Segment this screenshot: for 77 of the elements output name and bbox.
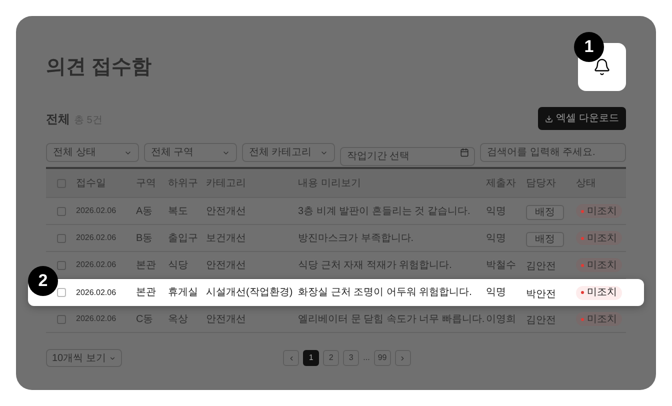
checkbox[interactable] [56, 314, 66, 324]
table-cell-text: 이영희 [486, 312, 517, 326]
assign-button[interactable]: 배정 [526, 205, 564, 220]
table-cell-text: 보건개선 [206, 232, 247, 246]
status-badge: 미조치 [576, 231, 622, 245]
table-cell-text: 방진마스크가 부족합니다. [298, 232, 415, 246]
table-cell: 박안전 [526, 288, 556, 300]
status-badge: 미조치 [576, 286, 622, 300]
table-cell-text: 2026.02.06 [76, 232, 118, 244]
table-cell-text: 옥상 [168, 312, 189, 326]
table-cell-text: 안전개선 [206, 258, 247, 272]
table-cell-text: 2026.02.06 [76, 286, 118, 298]
list-title: 전체 [46, 110, 70, 128]
table-row[interactable]: 2026.02.06 A동 복도 안전개선 3층 비계 발판이 흔들리는 것 같습니다. 익명 배정 미조치 [46, 198, 626, 225]
pagination-ellipsis: ... [363, 352, 370, 364]
page-button[interactable]: 99 [374, 350, 391, 366]
checkbox[interactable] [56, 260, 66, 270]
table-cell-text: 익명 [486, 286, 507, 300]
table-cell-text: 3층 비계 발판이 흔들리는 것 같습니다. [298, 204, 472, 218]
previous-page-button[interactable] [283, 350, 300, 366]
date-field[interactable]: 작업기간 선택 [340, 147, 475, 166]
table-cell-text: 2026.02.06 [76, 313, 118, 325]
table-cell-text: 박철수 [486, 258, 517, 272]
step-number-tooltip: 1 [574, 32, 604, 62]
table-cell-text: 출입구 [168, 232, 199, 246]
filter-dropdown[interactable]: 전체 상태 [46, 143, 139, 162]
table-cell-text: 엘리베이터 문 닫힘 속도가 너무 빠릅니다. [298, 312, 486, 326]
table-cell-text: 본관 [136, 258, 157, 272]
column-header: 내용 미리보기 [298, 176, 362, 190]
table-cell-text: 안전개선 [206, 204, 247, 218]
table-row[interactable]: 2026.02.06 C동 옥상 안전개선 엘리베이터 문 닫힘 속도가 너무 빠릅니다.이영희 김안전 미조치 [46, 306, 626, 333]
calendar-icon [460, 148, 469, 157]
search-field[interactable]: 검색어를 입력해 주세요. [480, 143, 626, 162]
checkbox[interactable] [56, 234, 66, 242]
page-title: 의견 접수함 [46, 55, 152, 80]
status-badge: 미조치 [576, 312, 622, 326]
column-header: 제출자 [486, 176, 517, 190]
chevron-down-icon [108, 354, 116, 362]
table-cell: 김안전 [526, 261, 556, 272]
chevron-left-icon [288, 354, 295, 362]
table-cell-text: 화장실 근처 조명이 어두워 위험합니다. [298, 286, 473, 300]
table-cell-text: 복도 [168, 204, 189, 218]
table-row[interactable]: 2026.02.06 B동 출입구 보건개선 방진마스크가 부족합니다. 익명 배정 미조치 [46, 225, 626, 252]
table-cell: 김안전 [526, 315, 556, 326]
page-button[interactable]: 3 [343, 350, 360, 366]
column-header: 접수일 [76, 176, 107, 190]
column-header: 하위구 [168, 176, 199, 190]
table-cell-text: 안전개선 [206, 312, 247, 326]
status-badge: 미조치 [576, 258, 622, 272]
step-number-tooltip: 2 [28, 266, 58, 296]
table-cell-text: B동 [136, 232, 154, 246]
checkbox[interactable] [56, 206, 66, 216]
table-cell-text: 익명 [486, 204, 507, 218]
table-cell-text: 본관 [136, 286, 157, 300]
assign-button[interactable]: 배정 [526, 232, 564, 247]
table-cell-text: 휴게실 [168, 286, 199, 300]
export-button[interactable]: 엑셀 다운로드 [538, 107, 626, 130]
filter-dropdown[interactable]: 전체 카테고리 [242, 143, 335, 162]
table-cell-text: 식당 근처 자재 적재가 위험합니다. [298, 258, 453, 272]
page-button[interactable]: 1 [303, 350, 320, 366]
table-cell-text: C동 [136, 312, 154, 326]
status-badge: 미조치 [576, 204, 622, 218]
download-icon [545, 114, 554, 122]
table-cell-text: A동 [136, 204, 154, 218]
table-cell-text: 2026.02.06 [76, 259, 118, 271]
filter-dropdown[interactable]: 전체 구역 [144, 143, 237, 162]
checkbox[interactable] [56, 288, 66, 297]
bell-icon [593, 58, 611, 76]
table-cell-text: 2026.02.06 [76, 205, 118, 217]
table-cell-text: 식당 [168, 258, 189, 272]
chevron-right-icon [399, 354, 406, 362]
page-button[interactable]: 2 [323, 350, 340, 366]
next-page-button[interactable] [394, 350, 411, 366]
column-header: 구역 [136, 176, 157, 190]
table-cell-text: 익명 [486, 232, 507, 246]
page-size-dropdown[interactable]: 10개씩 보기 [46, 349, 122, 367]
table-cell-text: 시설개선(작업환경) [206, 286, 294, 300]
